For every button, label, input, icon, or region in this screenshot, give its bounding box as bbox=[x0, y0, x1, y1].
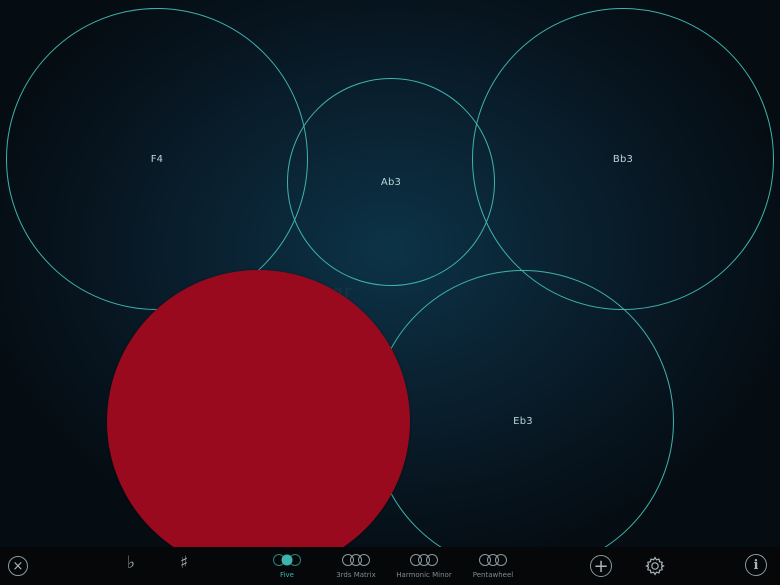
layout-tab-pentawheel[interactable]: Pentawheel bbox=[466, 553, 520, 583]
info-icon[interactable]: i bbox=[745, 554, 767, 576]
layout-tab-five[interactable]: Five bbox=[267, 553, 307, 583]
layout-tab-label: 3rds Matrix bbox=[336, 571, 376, 579]
note-pad-eb3[interactable]: Eb3 bbox=[372, 270, 674, 572]
close-icon[interactable]: × bbox=[8, 556, 28, 576]
note-pad-active[interactable] bbox=[107, 270, 410, 573]
layout-tab-label: Pentawheel bbox=[472, 571, 514, 579]
five-layout-icon bbox=[273, 554, 301, 566]
note-label: F4 bbox=[150, 153, 164, 165]
note-pad-bb3[interactable]: Bb3 bbox=[472, 8, 774, 310]
sharp-button[interactable]: ♯ bbox=[175, 553, 193, 577]
layout-tab-label: Five bbox=[280, 571, 294, 579]
layout-tab-3rds-matrix[interactable]: 3rds Matrix bbox=[326, 553, 386, 583]
note-pad-ab3[interactable]: Ab3 bbox=[287, 78, 495, 286]
three-circles-icon bbox=[479, 554, 507, 566]
gear-icon[interactable] bbox=[644, 555, 666, 577]
plus-icon[interactable]: + bbox=[590, 555, 612, 577]
three-circles-icon bbox=[342, 554, 370, 566]
note-label: Bb3 bbox=[612, 153, 634, 165]
three-circles-icon bbox=[410, 554, 438, 566]
note-label: Ab3 bbox=[380, 176, 402, 188]
note-pad-f4[interactable]: F4 bbox=[6, 8, 308, 310]
note-label: Eb3 bbox=[513, 415, 533, 427]
layout-tab-label: Harmonic Minor bbox=[396, 571, 452, 579]
play-surface: Upgr F4 Ab3 Bb3 Eb3 × ♭ ♯ Five 3rds Matr… bbox=[0, 0, 780, 585]
flat-button[interactable]: ♭ bbox=[122, 553, 140, 577]
layout-tab-harmonic-minor[interactable]: Harmonic Minor bbox=[392, 553, 456, 583]
